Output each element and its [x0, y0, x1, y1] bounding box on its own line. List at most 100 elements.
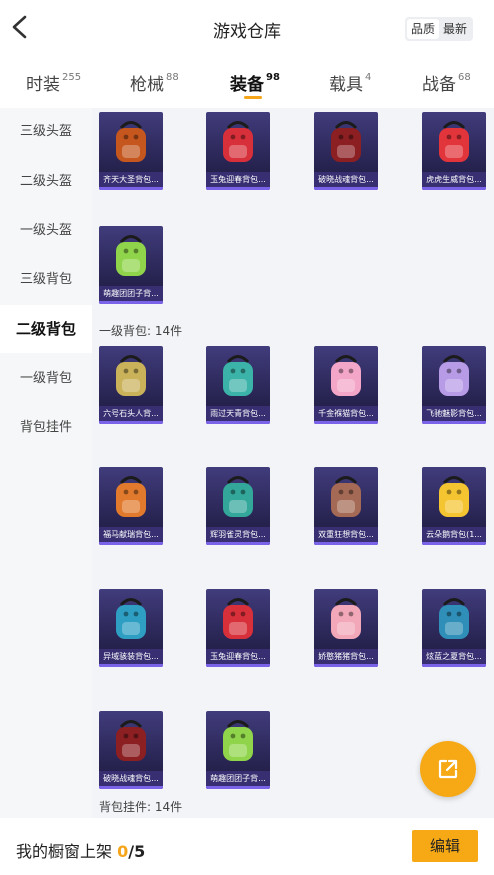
tab-count: 4: [365, 72, 372, 84]
item-name: 虎虎生威背包...: [422, 172, 486, 187]
rarity-edge: [99, 301, 163, 304]
bunny-dumpling-backpack-icon: [109, 232, 153, 280]
subcategory-sidebar: 三级头盔 二级头盔 一级头盔 三级背包 二级背包 一级背包 背包挂件: [0, 108, 92, 818]
sidebar-item-level2-helmet[interactable]: 二级头盔: [0, 158, 92, 206]
rarity-edge: [314, 664, 378, 667]
piggy-backpack-icon: [324, 595, 368, 643]
section-label-backpack-charm: 背包挂件: 14件: [99, 800, 183, 814]
active-tab-indicator: [244, 96, 262, 99]
tab-vehicles[interactable]: 载具 4: [329, 70, 371, 95]
tab-count: 88: [166, 72, 179, 84]
rarity-edge: [314, 187, 378, 190]
item-card[interactable]: 云朵鹅背包(1...: [422, 467, 486, 545]
item-card[interactable]: 萌趣团团子背...: [206, 711, 270, 789]
showcase-bar: 我的橱窗上架 0/5 编辑: [0, 818, 494, 875]
rarity-edge: [206, 542, 270, 545]
item-card[interactable]: 辉羽雀灵背包...: [206, 467, 270, 545]
tab-label: 时装: [26, 75, 60, 95]
header: 游戏仓库 品质 最新: [0, 0, 494, 58]
item-name: 云朵鹅背包(1...: [422, 527, 486, 542]
share-icon: [438, 759, 458, 779]
rarity-edge: [314, 421, 378, 424]
tab-count: 68: [458, 72, 471, 84]
game-warehouse-page: 游戏仓库 品质 最新 时装 255 枪械 88 装备 98 载具 4 战备 68 三级头盔…: [0, 0, 494, 875]
tab-count: 255: [62, 72, 82, 84]
showcase-count: 我的橱窗上架 0/5: [16, 838, 145, 862]
rarity-edge: [99, 542, 163, 545]
exotic-gear-backpack-icon: [109, 595, 153, 643]
item-card[interactable]: 雨过天青背包...: [206, 346, 270, 424]
item-name: 萌趣团团子背...: [99, 286, 163, 301]
item-card[interactable]: 双重狂想背包...: [314, 467, 378, 545]
tab-label: 装备: [230, 75, 264, 95]
sidebar-item-level3-backpack[interactable]: 三级背包: [0, 256, 92, 304]
sort-by-quality[interactable]: 品质: [407, 19, 440, 39]
dawn-warrior-backpack-icon: [324, 118, 368, 166]
item-card[interactable]: 娇憨猪猪背包...: [314, 589, 378, 667]
jade-rabbit-backpack-icon: [216, 118, 260, 166]
edit-button[interactable]: 编辑: [412, 830, 478, 862]
tab-supplies[interactable]: 战备 68: [422, 70, 471, 95]
item-card[interactable]: 玉兔迎春背包...: [206, 112, 270, 190]
item-card[interactable]: 虎虎生威背包...: [422, 112, 486, 190]
item-name: 萌趣团团子背...: [206, 771, 270, 786]
showcase-max: 5: [134, 842, 146, 861]
item-name: 千金褓猫背包...: [314, 406, 378, 421]
sidebar-item-backpack-charm[interactable]: 背包挂件: [0, 404, 92, 452]
item-card[interactable]: 齐天大圣背包...: [99, 112, 163, 190]
tab-label: 载具: [329, 75, 363, 95]
celadon-backpack-icon: [216, 352, 260, 400]
tab-count: 98: [266, 72, 280, 84]
item-name: 炫蓝之夏背包...: [422, 649, 486, 664]
item-card[interactable]: 异域骇装背包...: [99, 589, 163, 667]
dawn-warrior-backpack-icon: [109, 717, 153, 765]
item-card[interactable]: 飞驰魅影背包...: [422, 346, 486, 424]
item-card[interactable]: 福马献瑞背包...: [99, 467, 163, 545]
phantom-backpack-icon: [432, 352, 476, 400]
item-name: 雨过天青背包...: [206, 406, 270, 421]
rarity-edge: [206, 187, 270, 190]
tab-equipment[interactable]: 装备 98: [230, 70, 280, 95]
item-name: 六号石头人背...: [99, 406, 163, 421]
item-card[interactable]: 六号石头人背...: [99, 346, 163, 424]
cloud-goose-backpack-icon: [432, 473, 476, 521]
tab-fashion[interactable]: 时装 255: [26, 70, 81, 95]
tiger-backpack-icon: [432, 118, 476, 166]
rarity-edge: [206, 421, 270, 424]
stone-golem-backpack-icon: [109, 352, 153, 400]
item-name: 玉兔迎春背包...: [206, 649, 270, 664]
item-card[interactable]: 千金褓猫背包...: [314, 346, 378, 424]
item-card[interactable]: 萌趣团团子背...: [99, 226, 163, 304]
item-card[interactable]: 破晓战魂背包...: [314, 112, 378, 190]
tab-weapons[interactable]: 枪械 88: [130, 70, 179, 95]
sidebar-item-level1-backpack[interactable]: 一级背包: [0, 355, 92, 403]
double-fantasy-backpack-icon: [324, 473, 368, 521]
sort-toggle: 品质 最新: [405, 17, 474, 41]
item-card[interactable]: 炫蓝之夏背包...: [422, 589, 486, 667]
rarity-edge: [99, 786, 163, 789]
share-button[interactable]: [420, 741, 476, 797]
rarity-edge: [99, 421, 163, 424]
item-name: 异域骇装背包...: [99, 649, 163, 664]
rarity-edge: [99, 664, 163, 667]
item-name: 破晓战魂背包...: [314, 172, 378, 187]
rarity-edge: [314, 542, 378, 545]
item-card[interactable]: 破晓战魂背包...: [99, 711, 163, 789]
rarity-edge: [422, 421, 486, 424]
sidebar-item-level2-backpack[interactable]: 二级背包: [0, 305, 92, 353]
item-card[interactable]: 玉兔迎春背包...: [206, 589, 270, 667]
rarity-edge: [99, 187, 163, 190]
feather-bird-backpack-icon: [216, 473, 260, 521]
rarity-edge: [206, 664, 270, 667]
sort-by-newest[interactable]: 最新: [439, 19, 471, 39]
lucky-cat-backpack-icon: [324, 352, 368, 400]
item-name: 破晓战魂背包...: [99, 771, 163, 786]
item-name: 双重狂想背包...: [314, 527, 378, 542]
sidebar-item-level3-helmet[interactable]: 三级头盔: [0, 108, 92, 156]
sidebar-item-level1-helmet[interactable]: 一级头盔: [0, 207, 92, 255]
item-grid: 一级背包: 14件 背包挂件: 14件 齐天大圣背包... 玉兔迎春背包... 破晓…: [92, 108, 494, 818]
item-name: 娇憨猪猪背包...: [314, 649, 378, 664]
item-name: 福马献瑞背包...: [99, 527, 163, 542]
tab-label: 枪械: [130, 75, 164, 95]
tab-label: 战备: [422, 75, 456, 95]
